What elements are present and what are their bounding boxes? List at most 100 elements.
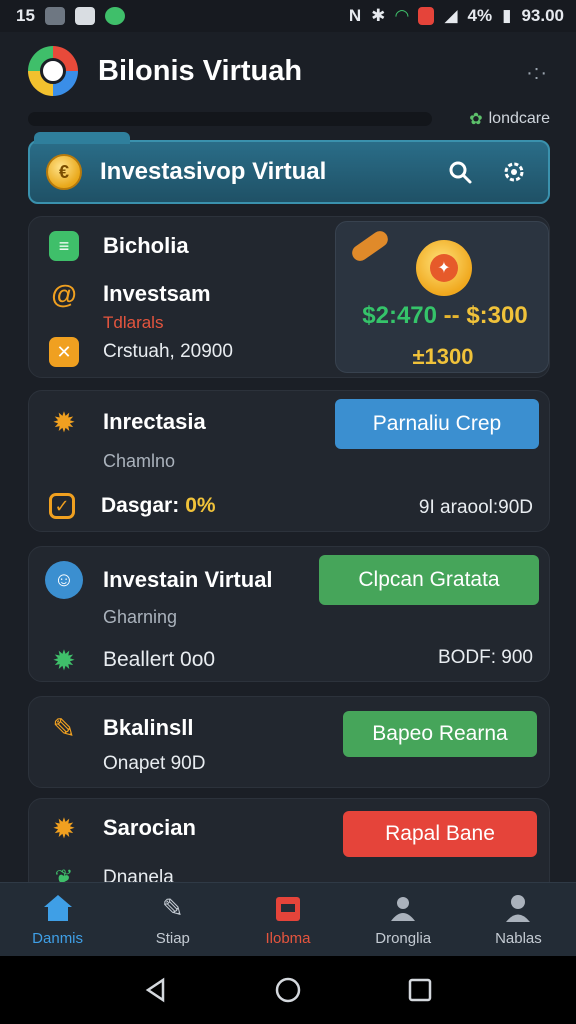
battery-text: 4% (467, 6, 493, 25)
value-row: 9I araool:90D (419, 497, 533, 519)
bapeo-rearna-button[interactable]: Bapeo Rearna (343, 711, 537, 757)
card-row: ✓ Dasgar: 0% (49, 493, 216, 519)
price-range: $2:470 -- $:300 (352, 302, 538, 330)
ribbon-icon (349, 227, 391, 265)
parnaliu-crep-button[interactable]: Parnaliu Crep (335, 399, 539, 449)
bkalinsll-card[interactable]: ✎ Bkalinsll Onapet 90D Bapeo Rearna (28, 696, 550, 788)
sub-bar-track (28, 112, 432, 126)
back-icon[interactable] (136, 970, 176, 1010)
row-percent: 0% (185, 494, 216, 517)
banner-title: Investasivop Virtual (100, 158, 327, 185)
nav-item-ilobma[interactable]: Ilobma (230, 883, 345, 956)
list-item: ≡ Bicholia (49, 231, 189, 261)
medal-icon: ✦ (416, 240, 472, 296)
card-row: ✹ Beallert 0o0 (49, 644, 215, 676)
row-label: Onapet 90D (103, 753, 206, 774)
virtual-investment-card[interactable]: ☺ Investain Virtual Gharning ✹ Beallert … (28, 546, 550, 682)
card-row: Onapet 90D (103, 753, 205, 775)
document-icon: ≡ (49, 231, 79, 261)
card-title: Sarocian (103, 815, 196, 840)
investment-card[interactable]: ✹ Inrectasia Chamlno ✓ Dasgar: 0% 9I ara… (28, 390, 550, 532)
button-label: Bapeo Rearna (372, 722, 508, 745)
status-left-text: 15 (16, 6, 35, 25)
button-label: Rapal Bane (385, 822, 495, 845)
avatar-icon: ☺ (45, 561, 83, 599)
range-low: $2:470 (362, 302, 437, 329)
card-title: Investain Virtual (103, 567, 273, 592)
range-separator: -- (437, 302, 467, 329)
card-header: ✎ Bkalinsll (49, 712, 194, 744)
nav-item-dronglia[interactable]: Dronglia (346, 883, 461, 956)
reward-panel[interactable]: ✦ $2:470 -- $:300 ±1300 (335, 221, 549, 373)
card-header: ✹ Sarocian (49, 812, 196, 844)
button-label: Parnaliu Crep (372, 412, 502, 435)
nav-label: Danmis (32, 930, 84, 947)
nav-item-stiap[interactable]: ✎ Stiap (115, 883, 230, 956)
photo-icon (74, 7, 95, 25)
pen-icon: ✎ (161, 892, 184, 923)
settings-icon[interactable] (496, 154, 532, 190)
button-label: Clpcan Gratata (358, 568, 500, 591)
search-icon[interactable] (442, 154, 478, 190)
status-left: 15 (16, 6, 125, 26)
value-row: BODF: 900 (438, 647, 533, 669)
nav-label: Stiap (155, 930, 190, 947)
row-label: Dasgar: (101, 494, 180, 517)
list-item: ✕ Crstuah, 20900 (49, 337, 233, 367)
wifi-icon: ◠ (395, 6, 409, 25)
card-header: ✹ Inrectasia (49, 406, 206, 438)
clock-text: 93.00 (521, 6, 564, 25)
card-subtitle-row: Chamlno (103, 451, 175, 472)
pen-icon: ✎ (52, 712, 76, 744)
more-icon[interactable]: ·:· (526, 62, 548, 85)
sub-bar-label: londcare (488, 110, 550, 127)
rapal-bane-button[interactable]: Rapal Bane (343, 811, 537, 857)
sub-bar-link[interactable]: ✿ londcare (469, 109, 550, 129)
calendar-icon (272, 892, 304, 924)
app-logo (28, 46, 78, 96)
reward-amount: ±1300 (412, 344, 474, 369)
clpcan-gratata-button[interactable]: Clpcan Gratata (319, 555, 539, 605)
list-item: @ Investsam (49, 279, 211, 309)
status-text: Tdlarals (103, 313, 163, 333)
nav-item-home[interactable]: Danmis (0, 883, 115, 956)
gear-icon: ✹ (52, 406, 76, 438)
group-icon (387, 892, 419, 924)
card-header: ☺ Investain Virtual (45, 561, 273, 599)
range-high: $:300 (466, 302, 528, 329)
home-icon (42, 892, 74, 924)
red-status-label: Tdlarals (103, 313, 164, 332)
tools-icon: ✕ (49, 337, 79, 367)
coin-icon: € (46, 154, 82, 190)
gear-icon: ✹ (52, 812, 76, 844)
card-title: Inrectasia (103, 409, 206, 434)
search-banner[interactable]: € Investasivop Virtual (28, 132, 550, 204)
card-subtitle: Gharning (103, 607, 178, 627)
app-header: Bilonis Virtuah ·:· (0, 32, 576, 110)
person-icon (502, 892, 534, 924)
item-label: Investsam (103, 281, 211, 306)
item-label: Crstuah, 20900 (103, 341, 233, 362)
gear-icon: ✹ (52, 644, 76, 676)
nav-label: Dronglia (375, 930, 432, 947)
recents-icon[interactable] (400, 970, 440, 1010)
system-nav-bar (0, 956, 576, 1024)
nav-label: Ilobma (265, 930, 311, 947)
gear-icon: ✿ (469, 111, 483, 128)
right-value: 9I araool:90D (418, 497, 533, 518)
item-label: Bicholia (103, 233, 189, 258)
right-value: BODF: 900 (437, 647, 533, 668)
portfolio-card[interactable]: ≡ Bicholia @ Investsam Tdlarals ✕ Crstua… (28, 216, 550, 378)
card-subtitle: Chamlno (103, 451, 176, 471)
bottom-nav: Danmis ✎ Stiap Ilobma Dronglia Nablas (0, 882, 576, 956)
app-title: Bilonis Virtuah (98, 54, 303, 87)
sub-bar: ✿ londcare (28, 110, 550, 128)
alarm-icon (418, 7, 435, 25)
card-subtitle-row: Gharning (103, 607, 177, 628)
home-button-icon[interactable] (268, 970, 308, 1010)
status-right: N ✱ ◠ ◢ 4% ▮ 93.00 (349, 6, 564, 26)
checkbox-icon: ✓ (49, 493, 75, 519)
card-title: Bkalinsll (103, 715, 194, 740)
nav-item-nablas[interactable]: Nablas (461, 883, 576, 956)
nav-label: Nablas (495, 930, 542, 947)
